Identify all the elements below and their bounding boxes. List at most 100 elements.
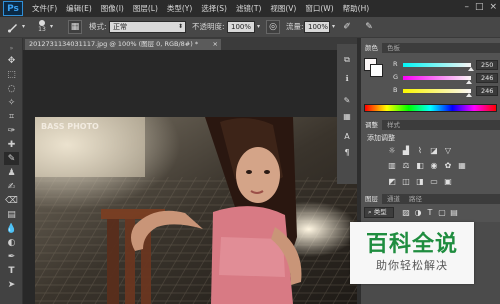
flow-input[interactable]: 100% <box>304 21 330 33</box>
hue-saturation-icon[interactable]: ▥ <box>387 161 397 170</box>
airbrush-icon[interactable]: ✐ <box>340 20 354 34</box>
canvas-area[interactable]: BASS PHOTO <box>23 50 357 304</box>
gradient-icon[interactable]: ▤ <box>4 208 19 221</box>
tab-layers[interactable]: 图层 <box>361 194 382 204</box>
dodge-icon[interactable]: ◐ <box>4 236 19 249</box>
curves-icon[interactable]: ⌇ <box>415 146 425 155</box>
path-select-icon[interactable]: ➤ <box>4 278 19 291</box>
crop-icon[interactable]: ⌗ <box>4 110 19 123</box>
paragraph-panel-icon[interactable]: ¶ <box>340 146 354 158</box>
color-balance-icon[interactable]: ⚖ <box>401 161 411 170</box>
filter-shape-icon[interactable]: ▢ <box>437 208 447 217</box>
healing-icon[interactable]: ✚ <box>4 138 19 151</box>
pen-icon[interactable]: ✒ <box>4 250 19 263</box>
blue-value-input[interactable]: 246 <box>476 86 498 96</box>
green-label: G <box>393 73 399 81</box>
brush-preset-icon[interactable] <box>6 20 20 34</box>
flow-label: 流量: <box>286 22 304 31</box>
color-lookup-icon[interactable]: ▦ <box>457 161 467 170</box>
menu-window[interactable]: 窗口(W) <box>305 3 333 14</box>
blue-slider-knob[interactable] <box>466 93 472 97</box>
mode-select[interactable]: 正常 ⬍ <box>109 21 186 33</box>
eraser-icon[interactable]: ⌫ <box>4 194 19 207</box>
tab-swatches[interactable]: 色板 <box>383 43 404 53</box>
background-swatch[interactable] <box>370 64 383 77</box>
gradient-map-icon[interactable]: ▭ <box>429 177 439 186</box>
photo-overlay-text: BASS PHOTO <box>41 122 99 131</box>
tab-adjustments[interactable]: 调整 <box>361 120 382 130</box>
document-photo[interactable]: BASS PHOTO <box>35 117 357 304</box>
blur-icon[interactable]: 💧 <box>4 222 19 235</box>
pressure-size-icon[interactable]: ✎ <box>362 20 376 34</box>
menu-image[interactable]: 图像(I) <box>101 3 124 14</box>
menu-file[interactable]: 文件(F) <box>32 3 57 14</box>
history-panel-icon[interactable]: ⧉ <box>340 54 354 66</box>
size-arrow-icon[interactable]: ▾ <box>50 23 53 30</box>
menu-select[interactable]: 选择(S) <box>201 3 227 14</box>
properties-panel-icon[interactable]: ℹ <box>340 72 354 84</box>
move-icon[interactable]: ✥ <box>4 54 19 67</box>
vibrance-icon[interactable]: ▽ <box>443 146 453 155</box>
menu-type[interactable]: 类型(Y) <box>167 3 192 14</box>
menu-edit[interactable]: 编辑(E) <box>66 3 92 14</box>
levels-icon[interactable]: ▟ <box>401 146 411 155</box>
menu-view[interactable]: 视图(V) <box>270 3 296 14</box>
opacity-arrow-icon[interactable]: ▾ <box>257 23 260 30</box>
brightness-contrast-icon[interactable]: ☼ <box>387 146 397 155</box>
red-label: R <box>393 60 398 68</box>
brush-presets-panel-icon[interactable]: ▦ <box>340 110 354 122</box>
maximize-button[interactable]: □ <box>475 2 484 12</box>
filter-type-icon[interactable]: T <box>425 208 435 217</box>
red-value-input[interactable]: 250 <box>476 60 498 70</box>
filter-smart-object-icon[interactable]: ▤ <box>449 208 459 217</box>
opacity-value: 100% <box>231 23 252 31</box>
green-slider[interactable] <box>403 76 471 80</box>
flow-arrow-icon[interactable]: ▾ <box>332 23 335 30</box>
menu-help[interactable]: 帮助(H) <box>343 3 370 14</box>
selective-color-icon[interactable]: ▣ <box>443 177 453 186</box>
brush-size-picker[interactable]: 13 <box>36 19 48 33</box>
brush-size-value: 13 <box>38 26 46 33</box>
character-panel-icon[interactable]: A <box>340 130 354 142</box>
green-slider-knob[interactable] <box>466 80 472 84</box>
pressure-opacity-icon[interactable]: ◎ <box>266 20 280 34</box>
eyedropper-icon[interactable]: ✑ <box>4 124 19 137</box>
lasso-icon[interactable]: ◌ <box>4 82 19 95</box>
red-slider[interactable] <box>403 63 471 67</box>
channel-mixer-icon[interactable]: ✿ <box>443 161 453 170</box>
color-spectrum-bar[interactable] <box>364 104 497 112</box>
brush-icon[interactable]: ✎ <box>4 152 19 165</box>
tab-styles[interactable]: 样式 <box>383 120 404 130</box>
filter-adjustment-icon[interactable]: ◑ <box>413 208 423 217</box>
close-tab-icon[interactable]: × <box>213 39 218 50</box>
menu-filter[interactable]: 滤镜(T) <box>236 3 261 14</box>
history-brush-icon[interactable]: ✍ <box>4 180 19 193</box>
stamp-icon[interactable]: ♟ <box>4 166 19 179</box>
black-white-icon[interactable]: ◧ <box>415 161 425 170</box>
layer-filter-kind-select[interactable]: ⌕ 类型 <box>364 207 394 218</box>
posterize-icon[interactable]: ◫ <box>401 177 411 186</box>
preset-arrow-icon[interactable]: ▾ <box>22 23 25 30</box>
menu-layer[interactable]: 图层(L) <box>133 3 158 14</box>
tab-color[interactable]: 颜色 <box>361 43 382 53</box>
brush-panel-toggle-icon[interactable]: ▦ <box>68 20 82 34</box>
invert-icon[interactable]: ◩ <box>387 177 397 186</box>
blue-slider[interactable] <box>403 89 471 93</box>
green-value-input[interactable]: 246 <box>476 73 498 83</box>
tab-paths[interactable]: 路径 <box>405 194 426 204</box>
layers-panel-tabs: 图层 通道 路径 <box>361 194 500 204</box>
opacity-input[interactable]: 100% <box>227 21 255 33</box>
marquee-icon[interactable]: ⬚ <box>4 68 19 81</box>
photo-filter-icon[interactable]: ◉ <box>429 161 439 170</box>
brush-panel-icon[interactable]: ✎ <box>340 94 354 106</box>
type-icon[interactable]: T <box>4 264 19 277</box>
tab-channels[interactable]: 通道 <box>383 194 404 204</box>
document-tab[interactable]: 20127311340311​17.jpg @ 100% (图层 0, RGB/… <box>25 39 221 50</box>
quick-select-icon[interactable]: ✧ <box>4 96 19 109</box>
red-slider-knob[interactable] <box>468 67 474 71</box>
exposure-icon[interactable]: ◪ <box>429 146 439 155</box>
minimize-button[interactable]: – <box>464 2 469 12</box>
threshold-icon[interactable]: ◨ <box>415 177 425 186</box>
close-window-button[interactable]: × <box>489 2 497 12</box>
filter-pixel-icon[interactable]: ▨ <box>401 208 411 217</box>
